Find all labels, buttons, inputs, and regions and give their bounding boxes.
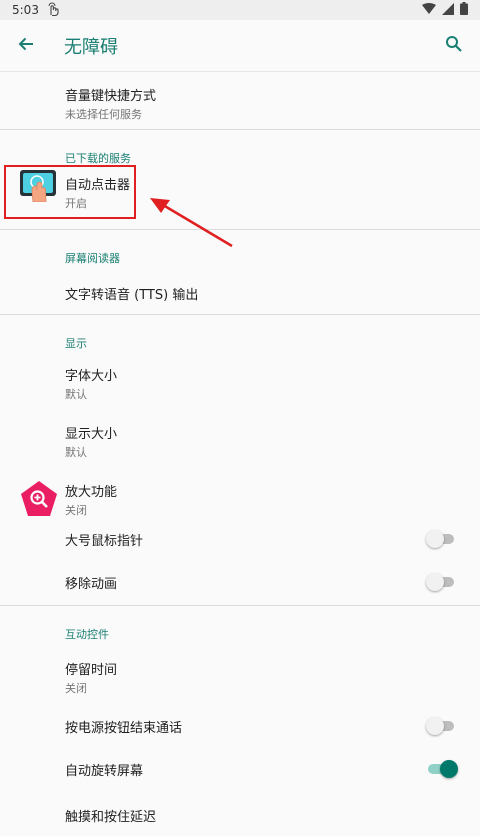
status-bar: 5:03 [0, 0, 480, 20]
annotation-highlight-box [4, 165, 136, 219]
list-item-font-size[interactable]: 字体大小 默认 [0, 343, 480, 401]
app-bar: 无障碍 [0, 20, 480, 72]
item-title: 显示大小 [65, 427, 118, 442]
toggle-knob [426, 573, 444, 591]
item-subtitle: 未选择任何服务 [65, 108, 142, 121]
annotation-arrow-icon [148, 192, 238, 256]
battery-icon [460, 2, 468, 18]
remove-animations-toggle[interactable] [426, 573, 454, 591]
search-icon [445, 35, 463, 57]
list-item-dwell-time[interactable]: 停留时间 关闭 [0, 632, 480, 695]
search-button[interactable] [436, 28, 472, 64]
list-item-large-pointer[interactable]: 大号鼠标指针 [0, 517, 480, 560]
list-item-remove-animations[interactable]: 移除动画 [0, 560, 480, 603]
section-header-screen-reader: 屏幕阅读器 [65, 252, 120, 265]
section-header-display: 显示 [65, 337, 87, 350]
cellular-signal-icon [442, 2, 454, 18]
item-subtitle: 关闭 [65, 504, 87, 517]
item-title: 字体大小 [65, 369, 118, 384]
item-title: 触摸和按住延迟 [65, 810, 157, 825]
list-item-power-ends-call[interactable]: 按电源按钮结束通话 [0, 690, 480, 736]
power-ends-call-toggle[interactable] [426, 717, 454, 735]
item-subtitle: 默认 [65, 446, 87, 459]
list-item-magnification[interactable]: 放大功能 关闭 [0, 459, 480, 517]
wifi-icon [422, 3, 436, 17]
item-title: 文字转语音 (TTS) 输出 [65, 288, 199, 303]
status-time: 5:03 [12, 3, 39, 17]
list-item-touch-hold-delay[interactable]: 触摸和按住延迟 [0, 776, 480, 825]
list-item-auto-rotate[interactable]: 自动旋转屏幕 [0, 733, 480, 779]
item-title: 大号鼠标指针 [65, 534, 144, 549]
item-title: 放大功能 [65, 485, 118, 500]
back-button[interactable] [6, 26, 46, 66]
item-title: 移除动画 [65, 577, 118, 592]
arrow-left-icon [17, 35, 35, 57]
section-header-interaction: 互动控件 [65, 628, 109, 641]
list-item-tts[interactable]: 文字转语音 (TTS) 输出 [0, 258, 480, 314]
page-title: 无障碍 [64, 36, 118, 58]
large-pointer-toggle[interactable] [426, 530, 454, 548]
toggle-knob [426, 530, 444, 548]
item-title: 停留时间 [65, 663, 118, 678]
item-subtitle: 默认 [65, 388, 87, 401]
item-title: 音量键快捷方式 [65, 89, 157, 104]
magnify-icon [20, 480, 58, 522]
touch-gesture-icon [47, 2, 59, 19]
auto-rotate-toggle[interactable] [428, 760, 458, 778]
section-header-downloaded: 已下载的服务 [65, 152, 131, 165]
list-item-volume-shortcut[interactable]: 音量键快捷方式 未选择任何服务 [0, 72, 480, 129]
list-item-display-size[interactable]: 显示大小 默认 [0, 401, 480, 459]
